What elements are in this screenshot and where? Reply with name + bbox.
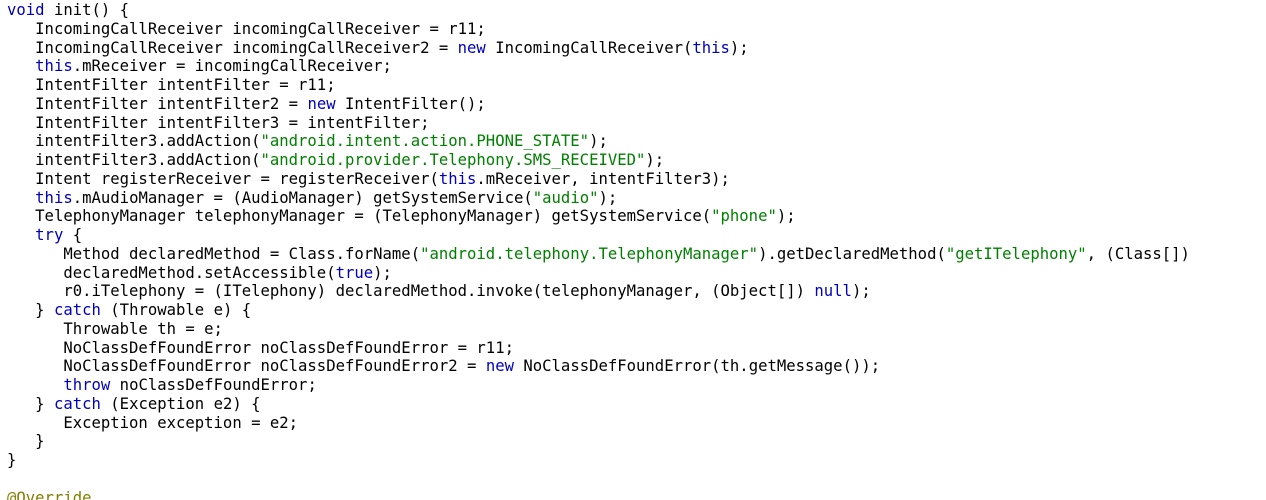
code-token: ); [729,38,749,57]
code-editor[interactable]: void init() { IncomingCallReceiver incom… [7,1,1266,500]
keyword-token: true [335,263,374,282]
code-token: intentFilter3.addAction( [7,132,261,151]
code-line: Throwable th = e; [7,320,1266,339]
code-line: Intent registerReceiver = registerReceiv… [7,170,1266,189]
string-literal-token: "phone" [711,207,777,226]
code-token: } [7,301,54,319]
code-line: IntentFilter intentFilter3 = intentFilte… [7,114,1266,133]
code-token: ); [776,207,796,226]
code-token: Exception exception = e2; [7,413,299,432]
keyword-token: this [438,169,477,188]
code-token: } [7,394,54,413]
code-token: .mReceiver, intentFilter3); [476,169,730,188]
code-token: } [7,451,17,469]
code-token: intentFilter3.addAction( [7,151,261,169]
code-token: ); [589,132,608,151]
code-token: IntentFilter intentFilter2 = [7,94,308,113]
code-line: Exception exception = e2; [7,414,1266,433]
code-token: noClassDefFoundError; [110,376,317,394]
code-line: NoClassDefFoundError noClassDefFoundErro… [7,339,1266,358]
code-line: IntentFilter intentFilter = r11; [7,76,1266,95]
code-line: throw noClassDefFoundError; [7,376,1266,395]
code-token: TelephonyManager telephonyManager = (Tel… [7,207,712,226]
code-token: ); [373,263,392,282]
code-token: NoClassDefFoundError noClassDefFoundErro… [7,338,514,357]
keyword-token: new [457,38,486,57]
keyword-token: void [7,1,45,19]
code-token: ); [851,282,871,301]
code-line: declaredMethod.setAccessible(true); [7,264,1266,283]
keyword-token: catch [53,301,101,319]
code-token: ); [598,188,618,207]
code-token: ).getDeclaredMethod( [758,244,946,263]
code-line: this.mAudioManager = (AudioManager) getS… [7,189,1266,208]
code-line: intentFilter3.addAction("android.provide… [7,151,1266,170]
code-token: NoClassDefFoundError(th.getMessage()); [513,357,881,376]
code-line: TelephonyManager telephonyManager = (Tel… [7,207,1266,226]
code-token: Throwable th = e; [7,319,223,338]
code-line: Method declaredMethod = Class.forName("a… [7,245,1266,264]
keyword-token: try [35,226,64,244]
code-token: } [7,432,45,451]
code-token: declaredMethod.setAccessible( [7,263,336,282]
code-token: .mAudioManager = (AudioManager) getSyste… [72,188,533,207]
code-line: } [7,451,1266,470]
code-token: Intent registerReceiver = registerReceiv… [7,169,439,188]
code-token: IncomingCallReceiver incomingCallReceive… [7,38,458,57]
code-token: Method declaredMethod = Class.forName( [7,244,421,263]
code-token: .mReceiver = incomingCallReceiver; [72,57,392,76]
code-line: IncomingCallReceiver incomingCallReceive… [7,39,1266,58]
code-token: ); [645,151,665,169]
keyword-token: this [692,38,730,57]
code-line: intentFilter3.addAction("android.intent.… [7,132,1266,151]
code-token: IncomingCallReceiver incomingCallReceive… [7,19,486,38]
code-token: init() { [44,1,130,19]
code-line: try { [7,226,1266,245]
code-line: } catch (Throwable e) { [7,301,1266,320]
code-token: r0.iTelephony = (ITelephony) declaredMet… [7,282,815,301]
code-token: { [63,226,83,244]
code-line: this.mReceiver = incomingCallReceiver; [7,57,1266,76]
code-line: IntentFilter intentFilter2 = new IntentF… [7,95,1266,114]
code-line: @Override [7,489,1266,500]
code-token: IntentFilter(); [335,94,486,113]
keyword-token: this [35,188,73,207]
code-token: , (Class[]) [1086,244,1190,263]
code-token: IncomingCallReceiver( [485,38,693,57]
keyword-token: new [485,357,514,376]
code-token: IntentFilter intentFilter3 = intentFilte… [7,113,430,132]
string-literal-token: "android.intent.action.PHONE_STATE" [260,132,590,151]
code-line: void init() { [7,1,1266,20]
code-line: } catch (Exception e2) { [7,395,1266,414]
code-line: NoClassDefFoundError noClassDefFoundErro… [7,357,1266,376]
string-literal-token: "getITelephony" [945,244,1087,263]
annotation-token: @Override [7,488,92,500]
code-token: (Exception e2) { [100,394,261,413]
keyword-token: catch [53,394,101,413]
code-token: (Throwable e) { [100,301,252,319]
keyword-token: this [35,57,73,76]
code-line: r0.iTelephony = (ITelephony) declaredMet… [7,282,1266,301]
code-line: IncomingCallReceiver incomingCallReceive… [7,20,1266,39]
keyword-token: throw [63,376,111,394]
string-literal-token: "audio" [532,188,599,207]
keyword-token: null [814,282,852,301]
string-literal-token: "android.provider.Telephony.SMS_RECEIVED… [260,151,646,169]
code-token: NoClassDefFoundError noClassDefFoundErro… [7,357,486,376]
string-literal-token: "android.telephony.TelephonyManager" [420,244,759,263]
code-line: } [7,432,1266,451]
code-token: IntentFilter intentFilter = r11; [7,76,336,94]
keyword-token: new [307,94,336,113]
